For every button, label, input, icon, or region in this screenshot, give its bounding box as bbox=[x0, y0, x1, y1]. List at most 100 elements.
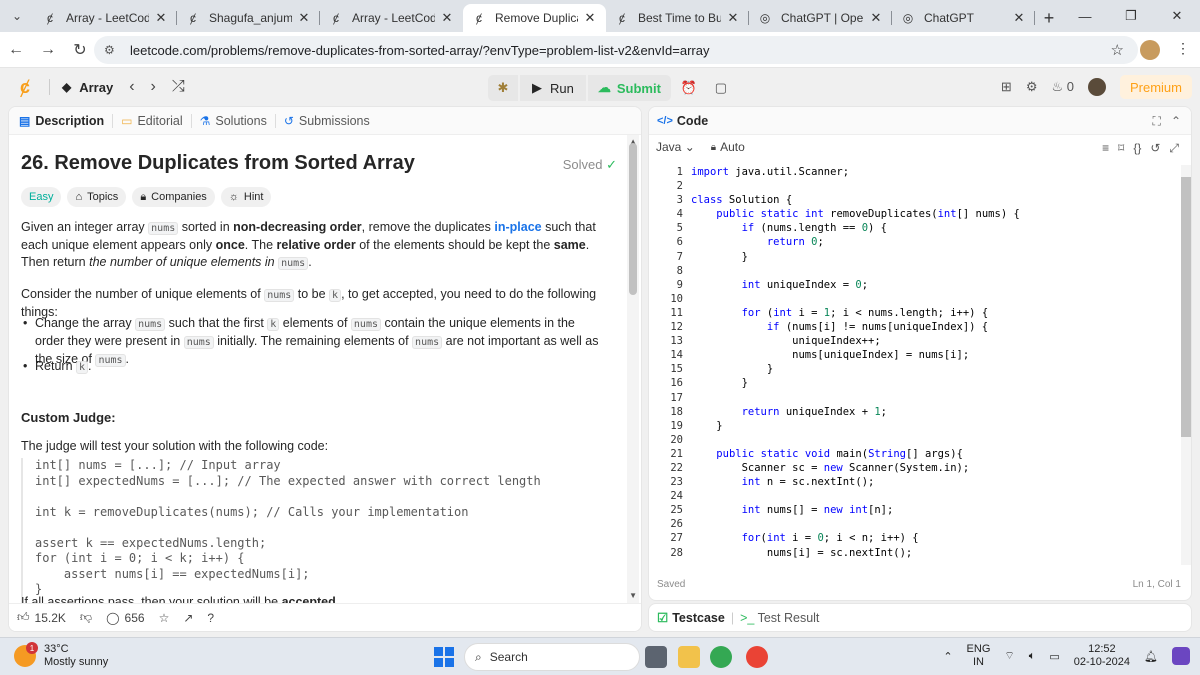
tab-solutions[interactable]: ⚗ Solutions bbox=[200, 114, 267, 128]
settings-gear-icon[interactable]: ⚙ bbox=[1026, 79, 1038, 95]
help-icon[interactable]: ? bbox=[207, 611, 214, 625]
premium-button[interactable]: Premium bbox=[1119, 75, 1192, 99]
show-hidden-icons[interactable]: ⌃ bbox=[943, 650, 952, 663]
topics-chip[interactable]: ⌂ Topics bbox=[67, 187, 127, 207]
browser-tab[interactable]: ȼ Array - LeetCode ✕ bbox=[34, 4, 177, 32]
bookmark-star-icon[interactable]: ☆ bbox=[1111, 41, 1124, 59]
problem-list-link[interactable]: ◆ Array bbox=[62, 80, 113, 95]
layout-icon[interactable]: ⊞ bbox=[1001, 79, 1012, 95]
editor-scrollbar-thumb[interactable] bbox=[1181, 177, 1191, 437]
line-number: 8 bbox=[676, 264, 683, 277]
leetcode-logo-icon[interactable]: ȼ bbox=[13, 75, 37, 99]
solved-label: Solved bbox=[562, 157, 603, 172]
line-number: 12 bbox=[670, 321, 683, 334]
scrollbar-thumb[interactable] bbox=[629, 143, 637, 295]
new-tab-button[interactable]: + bbox=[1035, 4, 1063, 32]
format-icon[interactable]: ≡ bbox=[1102, 141, 1109, 156]
close-tab-icon[interactable]: ✕ bbox=[439, 10, 455, 26]
lock-icon: 🔒︎ bbox=[140, 190, 147, 203]
debugger-icon[interactable]: ✱ bbox=[488, 75, 518, 101]
tab-test-result[interactable]: >_ Test Result bbox=[740, 611, 819, 625]
companies-chip[interactable]: 🔒︎ Companies bbox=[132, 187, 215, 207]
minimize-icon[interactable]: — bbox=[1062, 0, 1108, 32]
chrome-profile-icon[interactable] bbox=[746, 646, 768, 668]
file-explorer-icon[interactable] bbox=[678, 646, 700, 668]
collapse-icon[interactable]: ⌃ bbox=[1171, 114, 1181, 129]
tab-title: Array - LeetCode bbox=[352, 11, 435, 25]
weather-widget[interactable]: 1 33°C Mostly sunny bbox=[14, 642, 108, 669]
streak-count: 0 bbox=[1066, 79, 1074, 94]
clock[interactable]: 12:52 02-10-2024 bbox=[1074, 643, 1130, 669]
like-button[interactable]: 👍︎ 15.2K bbox=[17, 610, 66, 625]
system-tray: ⌃ ENG IN ⌔ 🔈︎ ▭ 12:52 02-10-2024 🔔︎ bbox=[943, 643, 1190, 669]
tab-search-dropdown-icon[interactable]: ⌄ bbox=[0, 0, 34, 32]
shuffle-icon[interactable]: ⤮ bbox=[172, 78, 185, 96]
tab-editorial[interactable]: ▭ Editorial bbox=[121, 114, 183, 128]
task-view-icon[interactable] bbox=[645, 646, 667, 668]
browser-menu-icon[interactable]: ⋮ bbox=[1176, 40, 1190, 57]
reset-icon[interactable]: ↺ bbox=[1150, 141, 1160, 156]
fire-icon: ♨ bbox=[1051, 79, 1064, 94]
browser-tab[interactable]: ȼ Shagufa_anjum - Lee ✕ bbox=[177, 4, 320, 32]
submit-button[interactable]: ☁ Submit bbox=[587, 75, 671, 101]
chrome-icon[interactable] bbox=[710, 646, 732, 668]
battery-icon[interactable]: ▭ bbox=[1049, 650, 1059, 663]
site-info-icon[interactable]: ⚙ bbox=[104, 43, 120, 57]
tab-submissions[interactable]: ↺ Submissions bbox=[284, 114, 370, 128]
search-placeholder: Search bbox=[489, 650, 528, 664]
tab-testcase[interactable]: ☑ Testcase bbox=[657, 610, 725, 626]
forward-icon[interactable]: → bbox=[32, 34, 64, 66]
tab-description[interactable]: ▤ Description bbox=[19, 114, 104, 128]
thumbs-down-icon[interactable]: 👎︎ bbox=[80, 610, 92, 625]
reload-icon[interactable]: ↻ bbox=[64, 34, 96, 66]
braces-icon[interactable]: {} bbox=[1133, 141, 1141, 156]
back-icon[interactable]: ← bbox=[0, 34, 32, 66]
url-bar[interactable]: ⚙ leetcode.com/problems/remove-duplicate… bbox=[94, 36, 1138, 64]
code-line: Scanner sc = new Scanner(System.in); bbox=[691, 461, 970, 474]
browser-tab[interactable]: ◎ ChatGPT | OpenAI ✕ bbox=[749, 4, 892, 32]
scroll-down-icon[interactable]: ▼ bbox=[629, 591, 637, 600]
run-button[interactable]: ▶ Run bbox=[520, 75, 586, 101]
browser-tab[interactable]: ◎ ChatGPT ✕ bbox=[892, 4, 1035, 32]
next-problem-icon[interactable]: › bbox=[151, 78, 156, 96]
close-tab-icon[interactable]: ✕ bbox=[153, 10, 169, 26]
expand-icon[interactable]: ⤢ bbox=[1169, 141, 1179, 156]
prev-problem-icon[interactable]: ‹ bbox=[129, 78, 134, 96]
profile-avatar[interactable] bbox=[1140, 40, 1160, 60]
code-editor[interactable]: 1 2 3 4 5 6 7 8 9 10 11 12 13 14 15 16 17 18 19 20 21 22 23 24 2… bbox=[649, 163, 1183, 563]
auto-mode[interactable]: Auto bbox=[720, 140, 745, 154]
favorite-star-icon[interactable]: ☆ bbox=[159, 611, 170, 625]
browser-tab-active[interactable]: ȼ Remove Duplicates f ✕ bbox=[463, 4, 606, 32]
timer-icon[interactable]: ⏰ bbox=[675, 75, 703, 101]
share-icon[interactable]: ↗ bbox=[183, 611, 193, 625]
fullscreen-icon[interactable]: ⛶ bbox=[1153, 114, 1161, 129]
close-tab-icon[interactable]: ✕ bbox=[582, 10, 598, 26]
close-tab-icon[interactable]: ✕ bbox=[296, 10, 312, 26]
code-line: int k = removeDuplicates(nums); // Calls… bbox=[35, 504, 469, 519]
code-line: uniqueIndex++; bbox=[691, 335, 881, 348]
windows-start-icon[interactable] bbox=[434, 647, 454, 667]
volume-icon[interactable]: 🔈︎ bbox=[1029, 650, 1036, 663]
close-tab-icon[interactable]: ✕ bbox=[725, 10, 741, 26]
hint-chip[interactable]: ☼ Hint bbox=[220, 187, 272, 207]
notification-bell-icon[interactable]: 🔔︎ bbox=[1144, 650, 1158, 663]
streak-counter[interactable]: ♨ 0 bbox=[1051, 79, 1074, 95]
wifi-icon[interactable]: ⌔ bbox=[1004, 649, 1014, 663]
restore-icon[interactable]: ❐ bbox=[1108, 0, 1154, 32]
notes-icon[interactable]: ▢ bbox=[707, 75, 735, 101]
close-tab-icon[interactable]: ✕ bbox=[868, 10, 884, 26]
language-select[interactable]: Java ⌄ bbox=[656, 140, 695, 154]
browser-tab[interactable]: ȼ Array - LeetCode ✕ bbox=[320, 4, 463, 32]
bookmark-icon[interactable]: ⌑ bbox=[1118, 141, 1124, 156]
comments-button[interactable]: ◯ 656 bbox=[106, 611, 144, 625]
close-window-icon[interactable]: ✕ bbox=[1154, 0, 1200, 32]
list-item: Return k. bbox=[21, 358, 601, 376]
copilot-icon[interactable] bbox=[1172, 647, 1190, 665]
close-tab-icon[interactable]: ✕ bbox=[1011, 10, 1027, 26]
taskbar-search[interactable]: ⌕ Search bbox=[464, 643, 640, 671]
language-indicator[interactable]: ENG IN bbox=[967, 643, 991, 669]
code-lines[interactable]: import java.util.Scanner; class Solution… bbox=[691, 165, 1020, 560]
user-avatar[interactable] bbox=[1087, 78, 1106, 96]
url-text: leetcode.com/problems/remove-duplicates-… bbox=[130, 42, 710, 58]
browser-tab[interactable]: ȼ Best Time to Buy and ✕ bbox=[606, 4, 749, 32]
